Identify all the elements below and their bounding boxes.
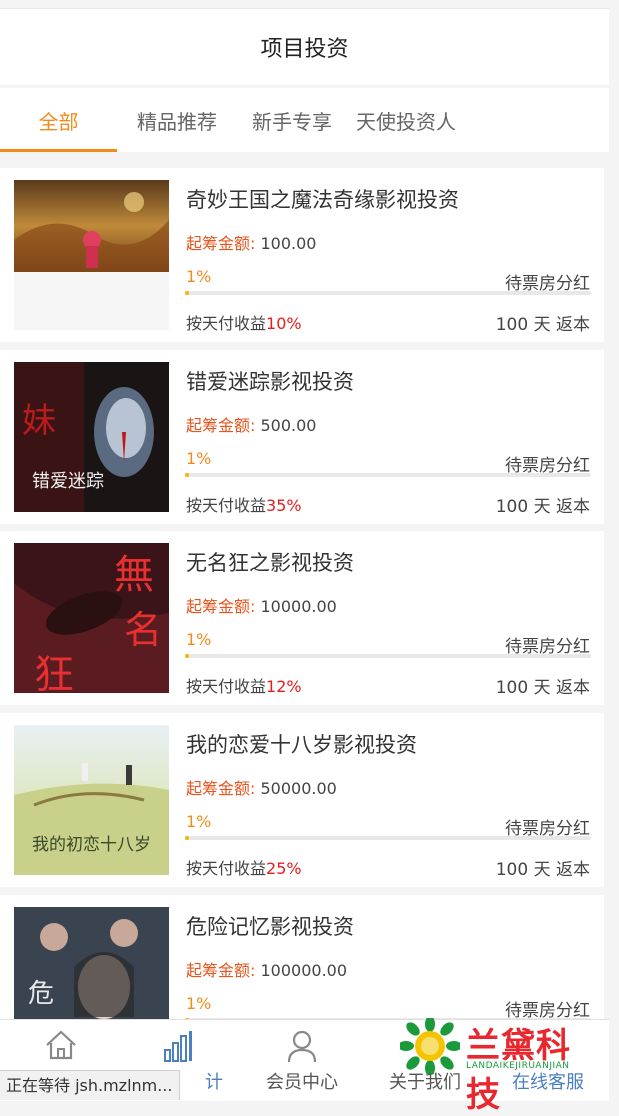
project-poster[interactable]: 妹 错爱迷踪 [14,362,169,512]
sunflower-logo-icon [400,1018,460,1074]
progress-bar [185,654,591,658]
daily-yield: 按天付收益12% [186,677,302,696]
svg-text:危: 危 [28,979,54,1009]
tab-featured[interactable]: 精品推荐 [117,88,237,152]
svg-text:名: 名 [124,608,162,652]
project-poster[interactable]: 無 名 狂 [14,543,169,693]
min-amount: 起筹金额: 10000.00 [186,597,337,616]
svg-text:狂: 狂 [34,652,74,693]
min-amount: 起筹金额: 100000.00 [186,961,348,980]
tab-angel-investor[interactable]: 天使投资人 [347,88,465,152]
progress-fill [185,836,190,840]
daily-yield: 按天付收益10% [186,314,302,333]
svg-text:错爱迷踪: 错爱迷踪 [32,471,104,492]
project-card[interactable]: 奇妙王国之魔法奇缘影视投资 起筹金额: 100.00 1% 待票房分红 按天付收… [0,168,604,342]
tab-newcomer[interactable]: 新手专享 [237,88,347,152]
page-title: 项目投资 [260,37,349,62]
min-amount: 起筹金额: 100.00 [186,234,317,253]
progress-bar [185,291,591,295]
svg-text:我的初恋十八岁: 我的初恋十八岁 [32,834,151,855]
loading-status: 正在等待 jsh.mzlnm... [0,1070,180,1100]
nav-member-center-label: 会员中心 [266,1072,338,1093]
user-icon [287,1030,317,1063]
progress-percent: 1% [186,812,212,831]
progress-percent: 1% [186,994,212,1013]
progress-fill [185,291,190,295]
progress-bar [185,836,591,840]
min-amount: 起筹金额: 500.00 [186,416,317,435]
bar-chart-icon [164,1031,192,1062]
project-title[interactable]: 危险记忆影视投资 [186,911,354,941]
project-title[interactable]: 我的恋爱十八岁影视投资 [186,729,417,759]
daily-yield: 按天付收益35% [186,496,302,515]
project-title[interactable]: 无名狂之影视投资 [186,547,354,577]
progress-fill [185,654,190,658]
project-title[interactable]: 奇妙王国之魔法奇缘影视投资 [186,184,459,214]
term-text: 100 天 返本 [495,315,590,335]
progress-fill [185,473,190,477]
min-amount: 起筹金额: 50000.00 [186,779,337,798]
term-text: 100 天 返本 [495,678,590,698]
nav-member-center[interactable]: 会员中心 [241,1020,363,1101]
progress-percent: 1% [186,449,212,468]
term-text: 100 天 返本 [495,497,590,517]
project-card[interactable]: 我的初恋十八岁 我的恋爱十八岁影视投资 起筹金额: 50000.00 1% 待票… [0,713,604,887]
progress-percent: 1% [186,630,212,649]
term-text: 100 天 返本 [495,860,590,880]
svg-text:妹: 妹 [22,401,56,441]
project-title[interactable]: 错爱迷踪影视投资 [186,366,354,396]
nav-statistics-label: 计 [205,1072,223,1093]
category-tabs: 全部 精品推荐 新手专享 天使投资人 [0,88,609,152]
brand-watermark: 兰黛科技 LANDAIKEJIRUANJIAN [400,1018,600,1115]
page-header: 项目投资 [0,8,609,85]
project-card[interactable]: 妹 错爱迷踪 错爱迷踪影视投资 起筹金额: 500.00 1% 待票房分红 按天… [0,350,604,524]
tab-all[interactable]: 全部 [0,88,117,152]
project-card[interactable]: 無 名 狂 无名狂之影视投资 起筹金额: 10000.00 1% 待票房分红 按… [0,531,604,705]
project-poster[interactable] [14,180,169,330]
home-icon [46,1030,76,1060]
progress-bar [185,473,591,477]
brand-name-en: LANDAIKEJIRUANJIAN [466,1061,570,1071]
daily-yield: 按天付收益25% [186,859,302,878]
project-poster[interactable]: 我的初恋十八岁 [14,725,169,875]
progress-percent: 1% [186,267,212,286]
svg-text:無: 無 [114,552,154,598]
